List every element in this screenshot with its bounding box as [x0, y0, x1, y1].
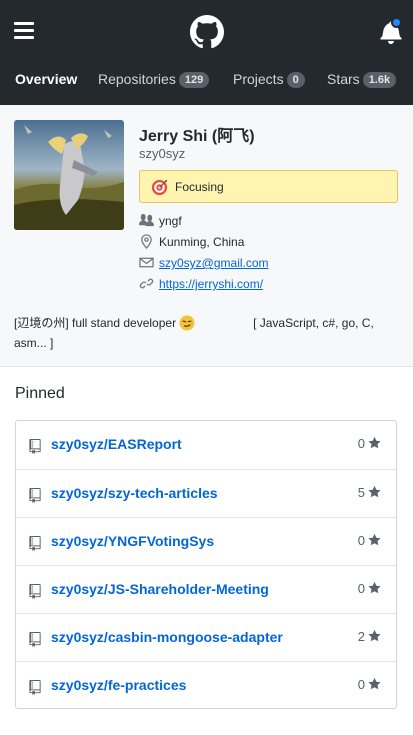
repo-star-count[interactable]: 0 — [358, 677, 381, 692]
tab-label: Projects — [233, 71, 284, 87]
pinned-repo-item[interactable]: szy0syz/JS-Shareholder-Meeting 0 — [16, 565, 396, 613]
repo-star-count[interactable]: 2 — [358, 629, 381, 644]
repo-star-count[interactable]: 0 — [358, 581, 381, 596]
star-count-value: 0 — [357, 533, 365, 548]
repositories-counter: 129 — [178, 72, 210, 88]
pinned-repo-item[interactable]: szy0syz/fe-practices 0 — [16, 661, 396, 709]
repo-icon — [29, 680, 41, 695]
repo-star-count[interactable]: 0 — [358, 533, 381, 548]
star-count-value: 0 — [357, 581, 365, 596]
repo-star-count[interactable]: 5 — [358, 485, 381, 500]
mail-icon — [139, 257, 154, 268]
email-link[interactable]: szy0syz@gmail.com — [159, 256, 269, 270]
repo-link[interactable]: szy0syz/EASReport — [51, 436, 182, 452]
tab-label: Overview — [15, 71, 78, 87]
profile-login: szy0syz — [139, 146, 186, 161]
tab-overview[interactable]: Overview — [15, 70, 77, 88]
star-icon — [365, 436, 381, 451]
pinned-title: Pinned — [15, 385, 65, 402]
pinned-list: szy0syz/EASReport 0 szy0syz/szy-tech-artic… — [15, 420, 397, 709]
star-count-value: 0 — [357, 677, 365, 692]
repo-link[interactable]: szy0syz/JS-Shareholder-Meeting — [51, 581, 269, 597]
pinned-repo-item[interactable]: szy0syz/YNGFVotingSys 0 — [16, 517, 396, 565]
star-icon — [365, 533, 381, 548]
repo-icon — [29, 584, 41, 599]
repo-link[interactable]: szy0syz/fe-practices — [51, 677, 186, 693]
projects-counter: 0 — [286, 72, 305, 88]
bio-text: [辺境の州] full stand developer — [14, 316, 177, 330]
star-count-value: 5 — [357, 485, 365, 500]
tab-repositories[interactable]: Repositories 129 — [98, 70, 210, 88]
profile-bio: [辺境の州] full stand developer [ JavaScript… — [14, 313, 399, 353]
repo-icon — [29, 439, 41, 454]
star-icon — [365, 629, 381, 644]
star-count-value: 0 — [357, 436, 365, 451]
stars-counter: 1.6k — [362, 72, 397, 88]
profile-name: Jerry Shi (阿飞) — [139, 128, 255, 145]
profile-card: Jerry Shi (阿飞) szy0syz Focusing yngf Kun… — [0, 105, 413, 367]
notification-dot — [391, 17, 402, 28]
star-icon — [365, 581, 381, 596]
github-octocat-icon[interactable] — [190, 15, 224, 49]
target-emoji — [151, 179, 168, 196]
repo-icon — [29, 488, 41, 503]
repo-star-count[interactable]: 0 — [358, 436, 381, 451]
tab-label: Repositories — [98, 71, 176, 87]
star-icon — [365, 485, 381, 500]
tab-stars[interactable]: Stars 1.6k — [327, 70, 397, 88]
pinned-repo-item[interactable]: szy0syz/EASReport 0 — [16, 421, 396, 469]
location-text: Kunming, China — [159, 235, 245, 249]
pinned-repo-item[interactable]: szy0syz/szy-tech-articles 5 — [16, 469, 396, 517]
status-badge[interactable]: Focusing — [139, 170, 398, 203]
smirk-emoji — [179, 315, 195, 331]
hamburger-icon[interactable] — [14, 22, 34, 40]
website-link[interactable]: https://jerryshi.com/ — [159, 277, 263, 291]
repo-link[interactable]: szy0syz/szy-tech-articles — [51, 485, 218, 501]
repo-link[interactable]: szy0syz/YNGFVotingSys — [51, 533, 214, 549]
pinned-repo-item[interactable]: szy0syz/casbin-mongoose-adapter 2 — [16, 613, 396, 661]
link-icon — [139, 278, 154, 289]
organization-text: yngf — [159, 214, 182, 228]
profile-tabs: Overview Repositories 129 Projects 0 Stars… — [0, 70, 413, 90]
status-text: Focusing — [175, 180, 224, 194]
tab-label: Stars — [327, 71, 360, 87]
header-bar: Overview Repositories 129 Projects 0 Stars… — [0, 0, 413, 105]
star-count-value: 2 — [357, 629, 365, 644]
repo-icon — [29, 632, 41, 647]
star-icon — [365, 677, 381, 692]
repo-icon — [29, 536, 41, 551]
tab-projects[interactable]: Projects 0 — [233, 70, 305, 88]
location-icon — [141, 234, 152, 249]
organization-icon — [139, 213, 154, 227]
avatar[interactable] — [14, 120, 124, 230]
repo-link[interactable]: szy0syz/casbin-mongoose-adapter — [51, 629, 283, 645]
